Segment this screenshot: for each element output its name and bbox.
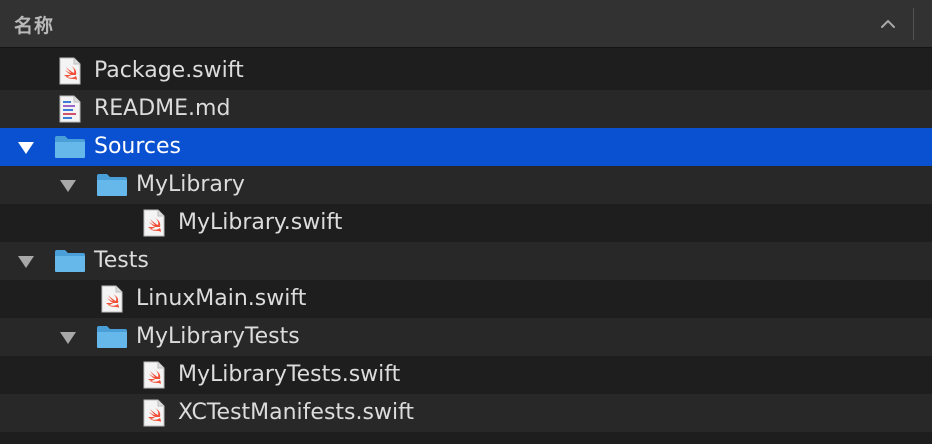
- swift-file-icon: [143, 209, 165, 237]
- item-label: MyLibraryTests: [136, 324, 300, 349]
- folder-icon: [55, 250, 85, 272]
- disclosure-triangle-expanded-icon[interactable]: [59, 331, 77, 345]
- column-header[interactable]: 名称: [0, 0, 932, 48]
- swift-file-icon: [101, 285, 123, 313]
- list-item-sources[interactable]: Sources: [0, 128, 932, 166]
- item-label: Package.swift: [94, 58, 244, 83]
- empty-row: [0, 432, 932, 444]
- item-label: Tests: [94, 248, 149, 273]
- folder-icon: [55, 136, 85, 158]
- folder-icon: [97, 174, 127, 196]
- list-item-xctestmanifests-swift[interactable]: XCTestManifests.swift: [0, 394, 932, 432]
- item-label: MyLibraryTests.swift: [178, 362, 401, 387]
- list-item-mylibrary-folder[interactable]: MyLibrary: [0, 166, 932, 204]
- item-label: LinuxMain.swift: [136, 286, 307, 311]
- sort-ascending-chevron-icon[interactable]: [876, 12, 900, 36]
- list-item-mylibrary-swift[interactable]: MyLibrary.swift: [0, 204, 932, 242]
- disclosure-triangle-expanded-icon[interactable]: [17, 255, 35, 269]
- list-item-linuxmain-swift[interactable]: LinuxMain.swift: [0, 280, 932, 318]
- item-label: XCTestManifests.swift: [178, 400, 415, 425]
- list-item-readme-md[interactable]: README.md: [0, 90, 932, 128]
- swift-file-icon: [59, 57, 81, 85]
- item-label: MyLibrary: [136, 172, 245, 197]
- folder-icon: [97, 326, 127, 348]
- item-label: MyLibrary.swift: [178, 210, 343, 235]
- name-column-title[interactable]: 名称: [14, 11, 54, 38]
- markdown-file-icon: [59, 95, 81, 123]
- swift-file-icon: [143, 361, 165, 389]
- disclosure-triangle-expanded-icon[interactable]: [17, 141, 35, 155]
- item-label: Sources: [94, 134, 182, 159]
- column-divider[interactable]: [913, 8, 914, 40]
- list-item-tests-folder[interactable]: Tests: [0, 242, 932, 280]
- list-item-mylibrarytests-folder[interactable]: MyLibraryTests: [0, 318, 932, 356]
- list-item-package-swift[interactable]: Package.swift: [0, 52, 932, 90]
- file-browser-window: 名称 Package.swift README.md Sources MyLib…: [0, 0, 932, 444]
- item-label: README.md: [94, 96, 231, 121]
- disclosure-triangle-expanded-icon[interactable]: [59, 179, 77, 193]
- swift-file-icon: [143, 399, 165, 427]
- list-item-mylibrarytests-swift[interactable]: MyLibraryTests.swift: [0, 356, 932, 394]
